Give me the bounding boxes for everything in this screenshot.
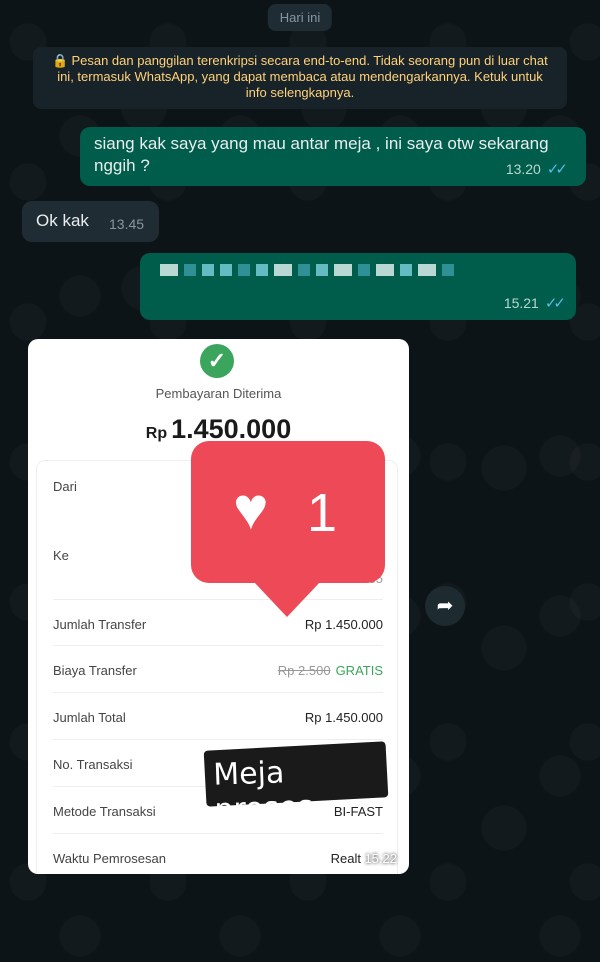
read-ticks-icon: ✓✓: [546, 161, 568, 178]
outgoing-message[interactable]: siang kak saya yang mau antar meja , ini…: [80, 127, 586, 186]
message-time: 13.20 ✓✓: [505, 161, 568, 178]
incoming-message[interactable]: Ok kak 13.45: [22, 201, 159, 242]
like-count: 1: [307, 483, 338, 543]
encryption-notice[interactable]: 🔒 Pesan dan panggilan terenkripsi secara …: [33, 47, 567, 109]
lock-icon: 🔒: [52, 53, 69, 68]
message-time: 15.22: [364, 851, 397, 866]
outgoing-message-pixelated[interactable]: 15.21 ✓✓: [140, 253, 576, 320]
message-text: Ok kak: [36, 211, 89, 230]
message-time: 15.21 ✓✓: [503, 295, 566, 312]
encryption-notice-text: Pesan dan panggilan terenkripsi secara e…: [57, 53, 548, 100]
read-ticks-icon: ✓✓: [544, 295, 566, 312]
forward-icon[interactable]: ➦: [425, 586, 465, 626]
sticker-label: Meja proses: [203, 741, 389, 828]
date-chip: Hari ini: [267, 4, 333, 31]
message-text: siang kak saya yang mau antar meja , ini…: [94, 134, 549, 175]
check-circle-icon: ✓: [200, 344, 234, 378]
message-time: 13.45: [109, 216, 145, 232]
pixelated-text: [160, 264, 454, 276]
heart-icon: ♥: [233, 475, 269, 542]
like-notification-badge: ♥ 1: [191, 441, 385, 617]
payment-status-title: Pembayaran Diterima: [155, 386, 282, 401]
